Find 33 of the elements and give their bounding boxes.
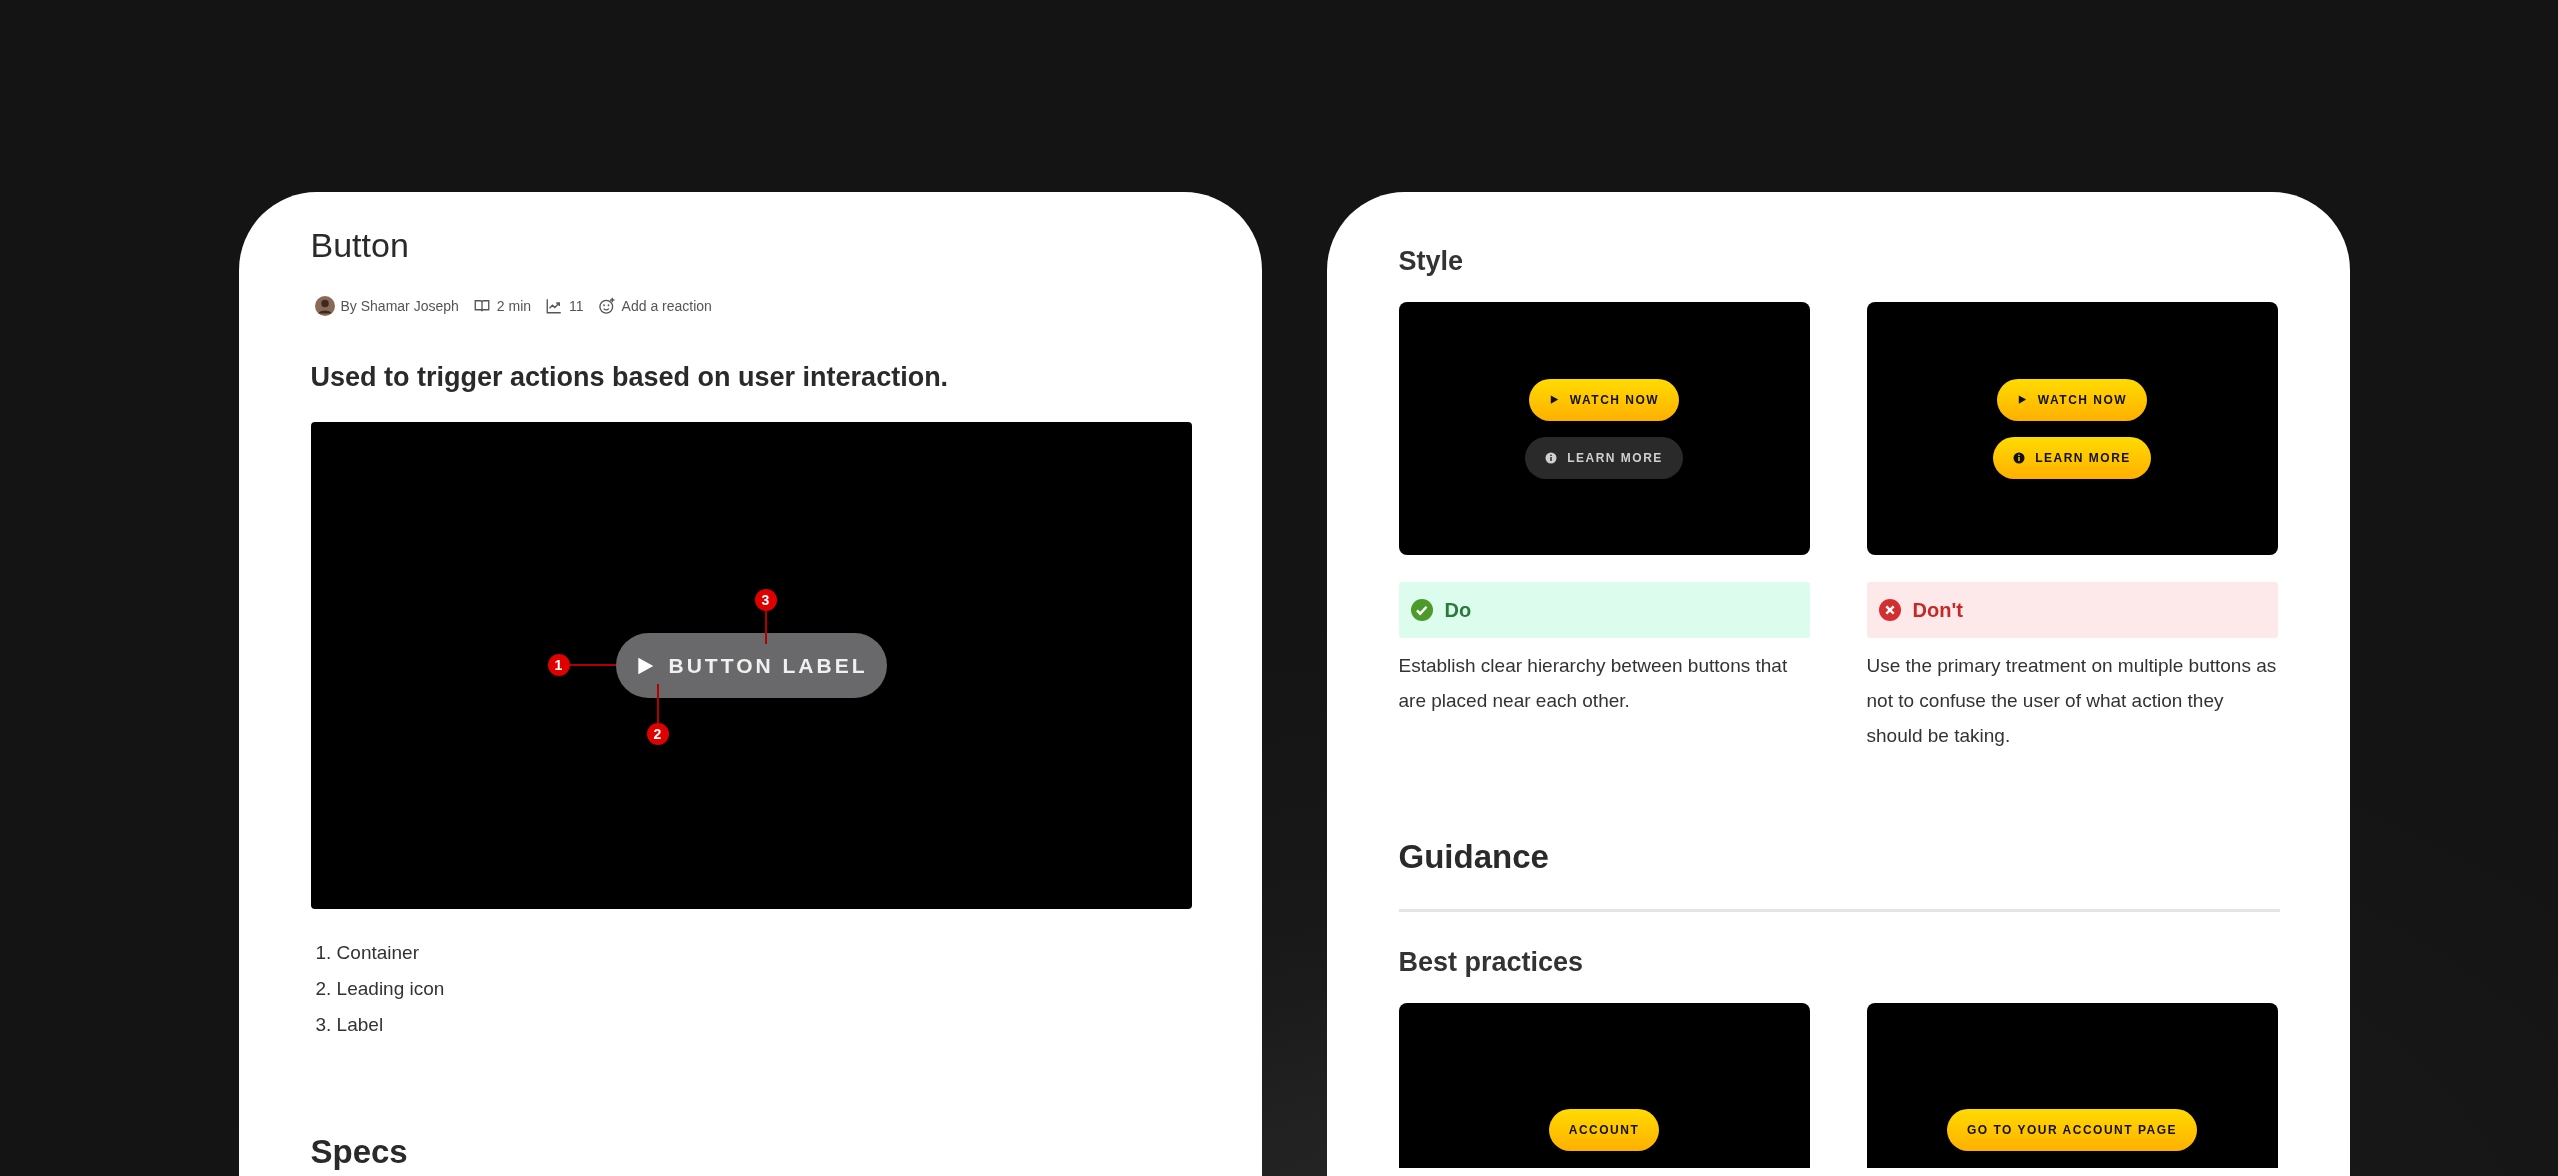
section-heading: Guidance xyxy=(1398,837,1550,877)
leader-line xyxy=(656,683,659,724)
info-icon xyxy=(1545,451,1558,464)
chart-icon xyxy=(545,297,564,315)
play-icon xyxy=(2016,394,2028,405)
leader-line xyxy=(764,610,767,645)
read-time: 2 min xyxy=(496,298,532,314)
summary-heading: Used to trigger actions based on user interaction. xyxy=(310,361,950,394)
page-title: Button xyxy=(310,225,410,265)
section-heading: Specs xyxy=(310,1132,409,1172)
check-icon xyxy=(1410,599,1433,621)
button-label-text: BUTTON LABEL xyxy=(668,653,868,678)
reaction-link[interactable]: Add a reaction xyxy=(621,298,712,314)
verdict-label: Don't xyxy=(1912,598,1963,622)
description-text: Use the primary treatment on multiple buttons as not to confuse the user of what action they should be taking. xyxy=(1866,654,2278,748)
view-count: 11 xyxy=(569,298,584,314)
list-item: 2. Leading icon xyxy=(315,977,446,1001)
smiley-add-icon xyxy=(597,297,616,315)
section-heading: Style xyxy=(1398,245,1465,278)
cross-icon xyxy=(1878,599,1901,621)
list-item: 1. Container xyxy=(315,941,420,965)
avatar xyxy=(314,296,335,316)
description-text: Establish clear hierarchy between buttons that are placed near each other. xyxy=(1398,654,1789,713)
callout-marker: 1 xyxy=(547,654,570,676)
verdict-label: Do xyxy=(1444,598,1472,622)
play-icon xyxy=(1548,394,1560,405)
info-icon xyxy=(2013,451,2026,464)
list-item: 3. Label xyxy=(315,1013,385,1037)
section-heading: Best practices xyxy=(1398,946,1585,979)
leader-line xyxy=(568,664,617,666)
callout-marker: 2 xyxy=(646,723,669,745)
author-name: By Shamar Joseph xyxy=(340,298,459,314)
callout-marker: 3 xyxy=(754,589,777,611)
